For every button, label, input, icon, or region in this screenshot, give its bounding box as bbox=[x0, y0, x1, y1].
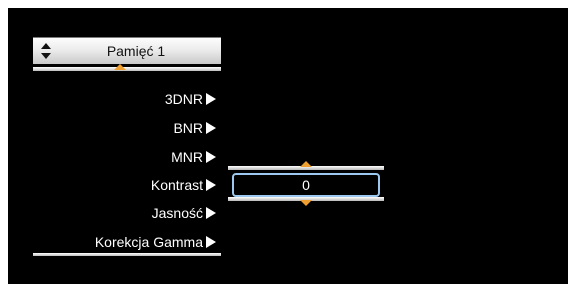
caret-down-icon bbox=[300, 200, 312, 206]
menu-item-label: BNR bbox=[173, 120, 203, 136]
caret-up-icon bbox=[300, 161, 312, 167]
arrow-right-icon bbox=[206, 179, 216, 191]
menu-item-label: 3DNR bbox=[164, 91, 203, 107]
value-field[interactable]: 0 bbox=[232, 173, 380, 197]
menu-item-label: Jasność bbox=[151, 205, 203, 221]
menu-item-3dnr[interactable]: 3DNR bbox=[165, 90, 216, 108]
arrow-right-icon bbox=[206, 122, 216, 134]
arrow-right-icon bbox=[206, 207, 216, 219]
arrow-right-icon bbox=[206, 236, 216, 248]
menu-item-kontrast[interactable]: Kontrast bbox=[151, 176, 216, 194]
memory-label: Pamięć 1 bbox=[106, 43, 166, 59]
menu-bottom-bar bbox=[33, 253, 221, 256]
value-decrease-strip[interactable] bbox=[228, 197, 384, 206]
menu-item-bnr[interactable]: BNR bbox=[173, 119, 216, 137]
menu-item-jasnosc[interactable]: Jasność bbox=[152, 204, 216, 222]
memory-selector[interactable]: Pamięć 1 bbox=[33, 37, 221, 64]
menu-scroll-up-bar[interactable] bbox=[33, 64, 221, 71]
caret-up-icon bbox=[114, 64, 126, 70]
menu-item-label: MNR bbox=[171, 149, 203, 165]
menu-item-label: Kontrast bbox=[150, 177, 203, 193]
menu-item-mnr[interactable]: MNR bbox=[171, 148, 216, 166]
value-adjust-panel: 0 bbox=[228, 161, 384, 208]
arrow-right-icon bbox=[206, 151, 216, 163]
menu-item-label: Korekcja Gamma bbox=[94, 234, 203, 250]
tv-menu-screen: Pamięć 1 3DNR BNR MNR Kontrast Jasność K… bbox=[8, 8, 568, 284]
menu-item-korekcja-gamma[interactable]: Korekcja Gamma bbox=[95, 233, 216, 251]
arrow-right-icon bbox=[206, 93, 216, 105]
value-increase-strip[interactable] bbox=[228, 161, 384, 170]
